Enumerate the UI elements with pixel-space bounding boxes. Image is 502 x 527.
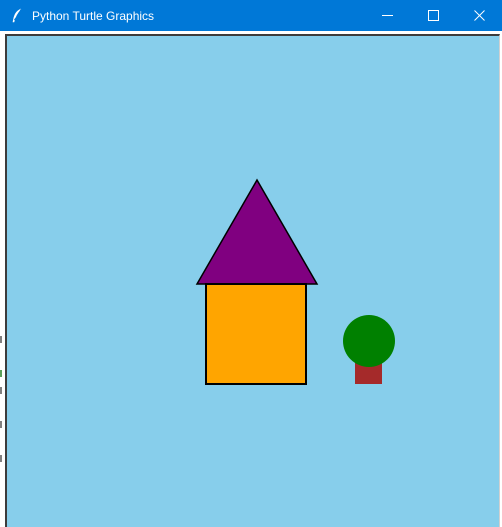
turtle-canvas[interactable] — [7, 36, 499, 527]
close-button[interactable] — [456, 0, 502, 31]
turtle-window: Python Turtle Graphics — [0, 0, 502, 527]
feather-icon — [10, 8, 24, 24]
tree-crown — [343, 315, 395, 367]
strip-mark — [0, 387, 2, 394]
title-bar[interactable]: Python Turtle Graphics — [0, 0, 502, 31]
minimize-button[interactable] — [364, 0, 410, 31]
strip-mark — [0, 336, 2, 343]
strip-mark — [0, 421, 2, 428]
window-title: Python Turtle Graphics — [32, 9, 155, 23]
maximize-icon — [427, 10, 439, 21]
strip-mark — [0, 370, 2, 377]
minimize-icon — [381, 10, 393, 21]
strip-mark — [0, 455, 2, 462]
maximize-button[interactable] — [410, 0, 456, 31]
close-icon — [473, 10, 485, 21]
house-body — [205, 283, 307, 385]
